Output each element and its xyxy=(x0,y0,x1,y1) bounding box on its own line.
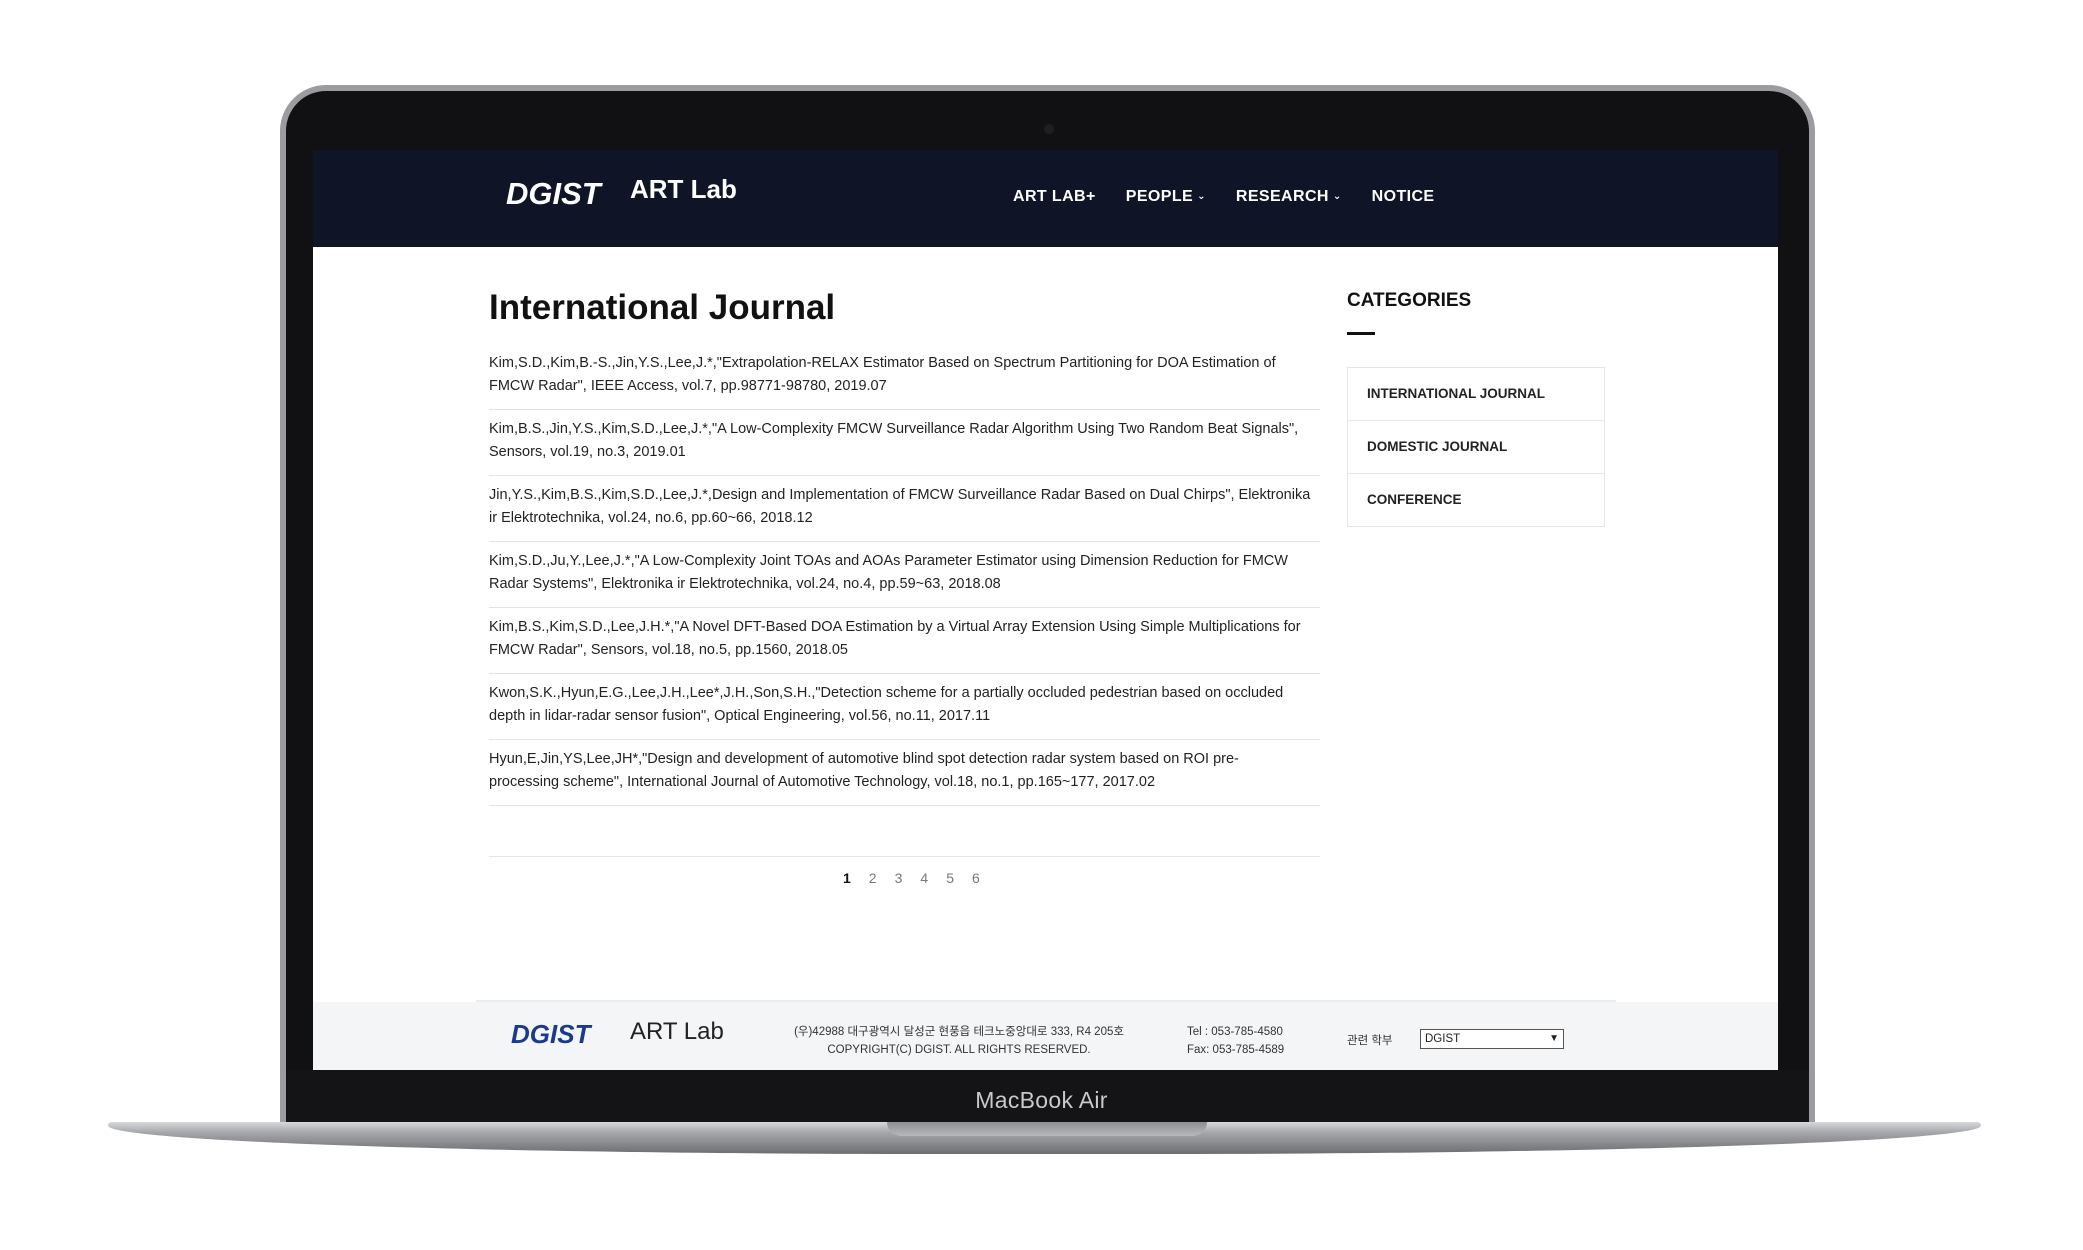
nav-label: RESEARCH xyxy=(1235,188,1329,205)
chevron-down-icon: ⌄ xyxy=(1197,190,1206,202)
dgist-logo-icon[interactable]: DGIST xyxy=(506,174,604,210)
footer-copyright: COPYRIGHT(C) DGIST. ALL RIGHTS RESERVED. xyxy=(827,1044,1091,1056)
publication-item[interactable]: Kim,S.D.,Kim,B.-S.,Jin,Y.S.,Lee,J.*,"Ext… xyxy=(489,352,1320,410)
nav-item-notice[interactable]: NOTICE xyxy=(1372,188,1435,206)
page-link-3[interactable]: 3 xyxy=(895,870,903,886)
publication-line: Kim,S.D.,Kim,B.-S.,Jin,Y.S.,Lee,J.*,"Ext… xyxy=(489,355,1276,371)
pagination: 1 2 3 4 5 6 xyxy=(843,870,980,886)
publication-item[interactable]: Hyun,E,Jin,YS,Lee,JH*,"Design and develo… xyxy=(489,740,1320,806)
camera-dot xyxy=(1044,124,1054,134)
publication-line: Kim,B.S.,Kim,S.D.,Lee,J.H.*,"A Novel DFT… xyxy=(489,619,1301,635)
svg-text:DGIST: DGIST xyxy=(506,176,604,210)
publication-line: Kim,B.S.,Jin,Y.S.,Kim,S.D.,Lee,J.*,"A Lo… xyxy=(489,421,1299,437)
site-logo-text[interactable]: ART Lab xyxy=(630,174,737,205)
footer-contact: Tel : 053-785-4580 Fax: 053-785-4589 xyxy=(1187,1023,1284,1059)
publication-line: Jin,Y.S.,Kim,B.S.,Kim,S.D.,Lee,J.*,Desig… xyxy=(489,487,1311,503)
publication-item[interactable]: Kim,B.S.,Jin,Y.S.,Kim,S.D.,Lee,J.*,"A Lo… xyxy=(489,410,1320,476)
publication-list: Kim,S.D.,Kim,B.-S.,Jin,Y.S.,Lee,J.*,"Ext… xyxy=(489,352,1320,806)
nav-item-people[interactable]: PEOPLE ⌄ xyxy=(1126,188,1206,206)
nav-label: PEOPLE xyxy=(1125,188,1194,205)
page-link-6[interactable]: 6 xyxy=(972,870,980,886)
publication-line: depth in lidar-radar sensor fusion", Opt… xyxy=(489,708,991,724)
page-link-4[interactable]: 4 xyxy=(920,870,928,886)
list-divider xyxy=(489,856,1320,857)
categories-underline xyxy=(1347,332,1375,335)
nav-label: ART LAB+ xyxy=(1013,188,1096,205)
laptop-notch xyxy=(887,1122,1207,1136)
nav-item-art-lab[interactable]: ART LAB+ xyxy=(1013,188,1096,206)
page-link-5[interactable]: 5 xyxy=(946,870,954,886)
page-title: International Journal xyxy=(489,288,836,327)
site-header: DGIST ART Lab ART LAB+ PEOPLE ⌄ RESEARCH… xyxy=(313,150,1778,247)
publication-item[interactable]: Kim,S.D.,Ju,Y.,Lee,J.*,"A Low-Complexity… xyxy=(489,542,1320,608)
related-dept-label: 관련 학부 xyxy=(1347,1035,1393,1047)
publication-item[interactable]: Kim,B.S.,Kim,S.D.,Lee,J.H.*,"A Novel DFT… xyxy=(489,608,1320,674)
footer-address: (우)42988 대구광역시 달성군 현풍읍 테크노중앙대로 333, R4 2… xyxy=(794,1026,1124,1038)
publication-line: Radar Systems", Elektronika ir Elektrote… xyxy=(489,576,1001,592)
footer-address-block: (우)42988 대구광역시 달성군 현풍읍 테크노중앙대로 333, R4 2… xyxy=(789,1023,1129,1059)
publication-item[interactable]: Jin,Y.S.,Kim,B.S.,Kim,S.D.,Lee,J.*,Desig… xyxy=(489,476,1320,542)
main-nav: ART LAB+ PEOPLE ⌄ RESEARCH ⌄ NOTICE xyxy=(1013,188,1435,206)
nav-item-research[interactable]: RESEARCH ⌄ xyxy=(1236,188,1342,206)
browser-screen: DGIST ART Lab ART LAB+ PEOPLE ⌄ RESEARCH… xyxy=(313,150,1778,1070)
footer-tel: Tel : 053-785-4580 xyxy=(1187,1026,1283,1038)
publication-line: FMCW Radar", IEEE Access, vol.7, pp.9877… xyxy=(489,378,887,394)
publication-line: FMCW Radar", Sensors, vol.18, no.5, pp.1… xyxy=(489,642,848,658)
category-international-journal[interactable]: INTERNATIONAL JOURNAL xyxy=(1348,368,1604,421)
publication-line: Hyun,E,Jin,YS,Lee,JH*,"Design and develo… xyxy=(489,751,1239,767)
chevron-down-icon: ▼ xyxy=(1549,1033,1559,1044)
footer-fax: Fax: 053-785-4589 xyxy=(1187,1044,1285,1056)
publication-line: Sensors, vol.19, no.3, 2019.01 xyxy=(489,444,686,460)
select-value: DGIST xyxy=(1425,1033,1461,1045)
publication-item[interactable]: Kwon,S.K.,Hyun,E.G.,Lee,J.H.,Lee*,J.H.,S… xyxy=(489,674,1320,740)
related-dept-select[interactable]: DGIST ▼ xyxy=(1420,1029,1564,1049)
chevron-down-icon: ⌄ xyxy=(1332,190,1342,202)
dgist-logo-icon[interactable]: DGIST xyxy=(511,1018,597,1048)
device-label: MacBook Air xyxy=(975,1087,1108,1113)
page-link-1[interactable]: 1 xyxy=(843,870,851,886)
publication-line: ir Elektrotechnika, vol.24, no.6, pp.60~… xyxy=(489,510,813,526)
page-link-2[interactable]: 2 xyxy=(869,870,877,886)
footer-logo-text: ART Lab xyxy=(630,1018,724,1045)
publication-line: processing scheme", International Journa… xyxy=(489,774,1156,790)
publication-line: Kim,S.D.,Ju,Y.,Lee,J.*,"A Low-Complexity… xyxy=(489,553,1288,569)
categories-title: CATEGORIES xyxy=(1347,290,1472,311)
publication-line: Kwon,S.K.,Hyun,E.G.,Lee,J.H.,Lee*,J.H.,S… xyxy=(489,685,1284,701)
categories-list: INTERNATIONAL JOURNAL DOMESTIC JOURNAL C… xyxy=(1347,367,1605,527)
svg-text:DGIST: DGIST xyxy=(511,1019,593,1048)
category-domestic-journal[interactable]: DOMESTIC JOURNAL xyxy=(1348,421,1604,474)
category-conference[interactable]: CONFERENCE xyxy=(1348,474,1604,526)
nav-label: NOTICE xyxy=(1371,188,1435,205)
